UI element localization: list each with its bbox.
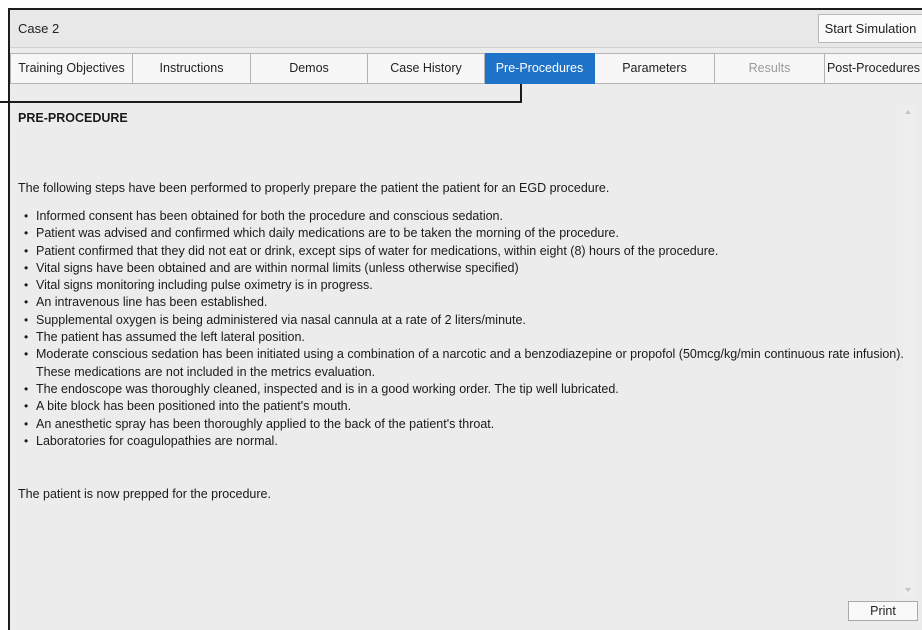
tab-post-procedures[interactable]: Post-Procedures bbox=[825, 53, 922, 84]
case-title: Case 2 bbox=[18, 21, 60, 36]
scroll-up-arrow-icon[interactable] bbox=[905, 110, 911, 114]
start-simulation-button[interactable]: Start Simulation bbox=[818, 14, 922, 43]
list-item: • Informed consent has been obtained for … bbox=[24, 208, 910, 225]
bullet-icon: • bbox=[24, 330, 29, 345]
bullet-icon: • bbox=[24, 347, 29, 362]
section-heading: PRE-PROCEDURE bbox=[18, 111, 128, 125]
pre-procedure-content: PRE-PROCEDURE The following steps have b… bbox=[18, 94, 904, 584]
title-bar: Case 2 Start Simulation bbox=[10, 10, 922, 48]
bullet-icon: • bbox=[24, 433, 29, 448]
outro-text: The patient is now prepped for the proce… bbox=[18, 487, 271, 501]
list-item: • The patient has assumed the left latera… bbox=[24, 329, 910, 346]
bullet-icon: • bbox=[24, 381, 29, 396]
list-item: • Vital signs monitoring including pulse … bbox=[24, 277, 910, 294]
bullet-icon: • bbox=[24, 260, 29, 275]
case-window: Case 2 Start Simulation Training Objecti… bbox=[0, 8, 922, 630]
tab-results: Results bbox=[715, 53, 825, 84]
list-item: • An anesthetic spray has been thoroughly… bbox=[24, 416, 910, 433]
bullet-icon: • bbox=[24, 295, 29, 310]
bullet-icon: • bbox=[24, 209, 29, 223]
list-item: • Patient confirmed that they did not eat… bbox=[24, 243, 910, 260]
list-item: • Moderate conscious sedation has been in… bbox=[24, 347, 904, 379]
bullet-icon: • bbox=[24, 312, 29, 327]
list-item: • An intravenous line has been establishe… bbox=[24, 294, 910, 311]
tab-training-objectives[interactable]: Training Objectives bbox=[10, 53, 133, 84]
bullet-icon: • bbox=[24, 243, 29, 258]
list-item: • The endoscope was thoroughly cleaned, i… bbox=[24, 381, 910, 398]
scroll-down-arrow-icon[interactable] bbox=[905, 588, 911, 592]
tab-demos[interactable]: Demos bbox=[251, 53, 368, 84]
intro-text: The following steps have been performed … bbox=[18, 181, 610, 195]
steps-list: • Informed consent has been obtained for … bbox=[18, 208, 910, 450]
list-item: • A bite block has been positioned into t… bbox=[24, 398, 910, 415]
bullet-icon: • bbox=[24, 399, 29, 414]
bullet-icon: • bbox=[24, 226, 29, 241]
tab-case-history[interactable]: Case History bbox=[368, 53, 485, 84]
bullet-icon: • bbox=[24, 278, 29, 293]
list-item: • Supplemental oxygen is being administer… bbox=[24, 312, 910, 329]
list-item: • Patient was advised and confirmed which… bbox=[24, 225, 910, 242]
list-item: • Vital signs have been obtained and are … bbox=[24, 260, 910, 277]
vertical-scrollbar[interactable] bbox=[903, 106, 916, 598]
tab-bar: Training Objectives Instructions Demos C… bbox=[10, 53, 922, 84]
tab-pre-procedures[interactable]: Pre-Procedures bbox=[485, 53, 595, 84]
list-item: • Laboratories for coagulopathies are nor… bbox=[24, 433, 910, 450]
tab-parameters[interactable]: Parameters bbox=[595, 53, 715, 84]
tab-instructions[interactable]: Instructions bbox=[133, 53, 251, 84]
bullet-icon: • bbox=[24, 416, 29, 431]
print-button[interactable]: Print bbox=[848, 601, 918, 621]
